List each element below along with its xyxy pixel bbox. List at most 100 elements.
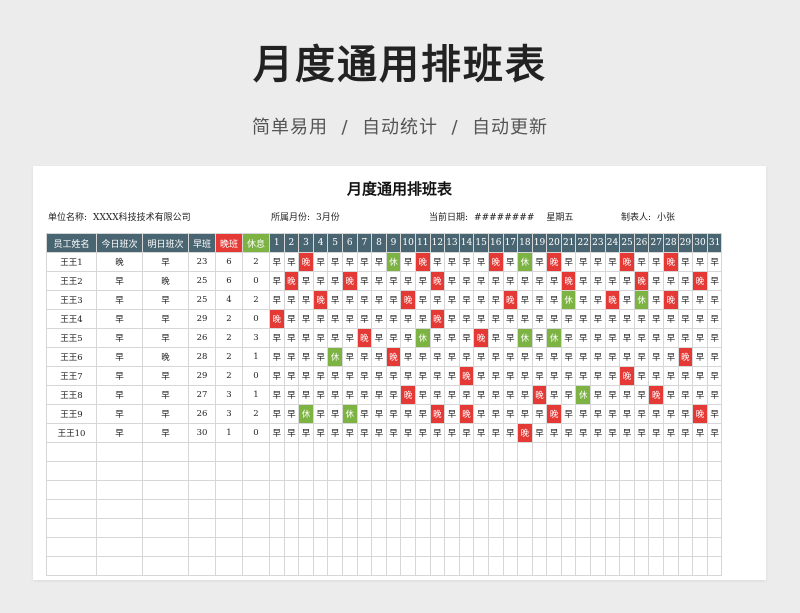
cell-empty[interactable]	[385, 461, 402, 481]
cell-day[interactable]: 早	[663, 423, 679, 443]
cell-day[interactable]: 早	[429, 385, 446, 405]
cell-day[interactable]: 早	[590, 328, 606, 348]
cell-day[interactable]: 早	[604, 366, 621, 386]
cell-day[interactable]: 早	[706, 309, 723, 329]
cell-day[interactable]: 早	[385, 385, 402, 405]
cell-day[interactable]: 早	[604, 385, 621, 405]
cell-empty[interactable]	[546, 442, 562, 462]
cell-empty[interactable]	[327, 461, 343, 481]
cell-rest[interactable]: 2	[242, 404, 270, 424]
cell-empty[interactable]	[215, 518, 243, 538]
cell-day[interactable]: 晚	[619, 366, 635, 386]
cell-empty[interactable]	[356, 556, 373, 576]
cell-day[interactable]: 晚	[458, 404, 475, 424]
cell-empty[interactable]	[590, 461, 606, 481]
header-day[interactable]: 7	[356, 233, 373, 253]
cell-empty[interactable]	[473, 518, 489, 538]
cell-day[interactable]: 休	[560, 290, 577, 310]
cell-day[interactable]: 早	[706, 328, 723, 348]
cell-day[interactable]: 早	[560, 385, 577, 405]
cell-empty[interactable]	[429, 537, 446, 557]
cell-day[interactable]: 早	[604, 271, 621, 291]
cell-day[interactable]: 早	[692, 347, 708, 367]
cell-today[interactable]: 早	[96, 271, 143, 291]
cell-day[interactable]: 休	[414, 328, 431, 348]
cell-day[interactable]: 早	[312, 423, 329, 443]
cell-tomorrow[interactable]: 早	[142, 423, 189, 443]
cell-empty[interactable]	[312, 537, 329, 557]
cell-empty[interactable]	[312, 480, 329, 500]
cell-empty[interactable]	[142, 442, 189, 462]
cell-name[interactable]: 王王8	[46, 385, 97, 405]
cell-empty[interactable]	[546, 461, 562, 481]
cell-empty[interactable]	[429, 480, 446, 500]
cell-empty[interactable]	[531, 499, 548, 519]
cell-day[interactable]: 早	[487, 366, 504, 386]
cell-empty[interactable]	[458, 518, 475, 538]
cell-empty[interactable]	[677, 518, 694, 538]
cell-day[interactable]: 早	[444, 252, 460, 272]
cell-empty[interactable]	[283, 537, 300, 557]
cell-day[interactable]: 早	[517, 404, 533, 424]
cell-day[interactable]: 早	[487, 423, 504, 443]
cell-day[interactable]: 早	[385, 290, 402, 310]
cell-rest[interactable]: 2	[242, 290, 270, 310]
cell-empty[interactable]	[619, 499, 635, 519]
cell-day[interactable]: 早	[458, 271, 475, 291]
cell-day[interactable]: 晚	[604, 290, 621, 310]
cell-day[interactable]: 早	[458, 290, 475, 310]
cell-day[interactable]: 早	[619, 328, 635, 348]
cell-empty[interactable]	[692, 537, 708, 557]
cell-empty[interactable]	[269, 499, 285, 519]
cell-day[interactable]: 早	[385, 271, 402, 291]
cell-day[interactable]: 早	[531, 328, 548, 348]
cell-day[interactable]: 早	[590, 347, 606, 367]
cell-day[interactable]: 早	[444, 423, 460, 443]
cell-empty[interactable]	[188, 461, 216, 481]
cell-empty[interactable]	[487, 518, 504, 538]
cell-empty[interactable]	[371, 556, 387, 576]
cell-late[interactable]: 4	[215, 290, 243, 310]
cell-today[interactable]: 早	[96, 309, 143, 329]
cell-empty[interactable]	[385, 499, 402, 519]
cell-day[interactable]: 早	[341, 423, 358, 443]
cell-empty[interactable]	[575, 556, 592, 576]
cell-empty[interactable]	[371, 442, 387, 462]
cell-day[interactable]: 晚	[502, 290, 519, 310]
cell-empty[interactable]	[188, 442, 216, 462]
cell-empty[interactable]	[677, 499, 694, 519]
cell-day[interactable]: 早	[312, 252, 329, 272]
cell-day[interactable]: 早	[706, 271, 723, 291]
cell-empty[interactable]	[692, 556, 708, 576]
cell-day[interactable]: 晚	[429, 271, 446, 291]
cell-late[interactable]: 2	[215, 366, 243, 386]
header-early[interactable]: 早班	[188, 233, 216, 253]
cell-empty[interactable]	[242, 556, 270, 576]
cell-empty[interactable]	[46, 499, 97, 519]
cell-day[interactable]: 早	[546, 290, 562, 310]
cell-empty[interactable]	[400, 537, 416, 557]
cell-day[interactable]: 早	[312, 271, 329, 291]
cell-day[interactable]: 晚	[560, 271, 577, 291]
cell-day[interactable]: 早	[590, 271, 606, 291]
cell-empty[interactable]	[575, 461, 592, 481]
cell-empty[interactable]	[46, 537, 97, 557]
cell-empty[interactable]	[429, 499, 446, 519]
header-day[interactable]: 16	[487, 233, 504, 253]
cell-day[interactable]: 早	[517, 347, 533, 367]
cell-day[interactable]: 早	[341, 328, 358, 348]
cell-day[interactable]: 早	[356, 366, 373, 386]
cell-day[interactable]: 早	[473, 309, 489, 329]
cell-today[interactable]: 早	[96, 347, 143, 367]
header-day[interactable]: 20	[546, 233, 562, 253]
cell-empty[interactable]	[46, 461, 97, 481]
cell-day[interactable]: 早	[633, 347, 650, 367]
header-day[interactable]: 3	[298, 233, 314, 253]
cell-empty[interactable]	[327, 442, 343, 462]
cell-day[interactable]: 早	[400, 252, 416, 272]
header-day[interactable]: 19	[531, 233, 548, 253]
cell-day[interactable]: 早	[502, 366, 519, 386]
cell-day[interactable]: 晚	[546, 252, 562, 272]
cell-day[interactable]: 早	[502, 271, 519, 291]
cell-empty[interactable]	[663, 480, 679, 500]
